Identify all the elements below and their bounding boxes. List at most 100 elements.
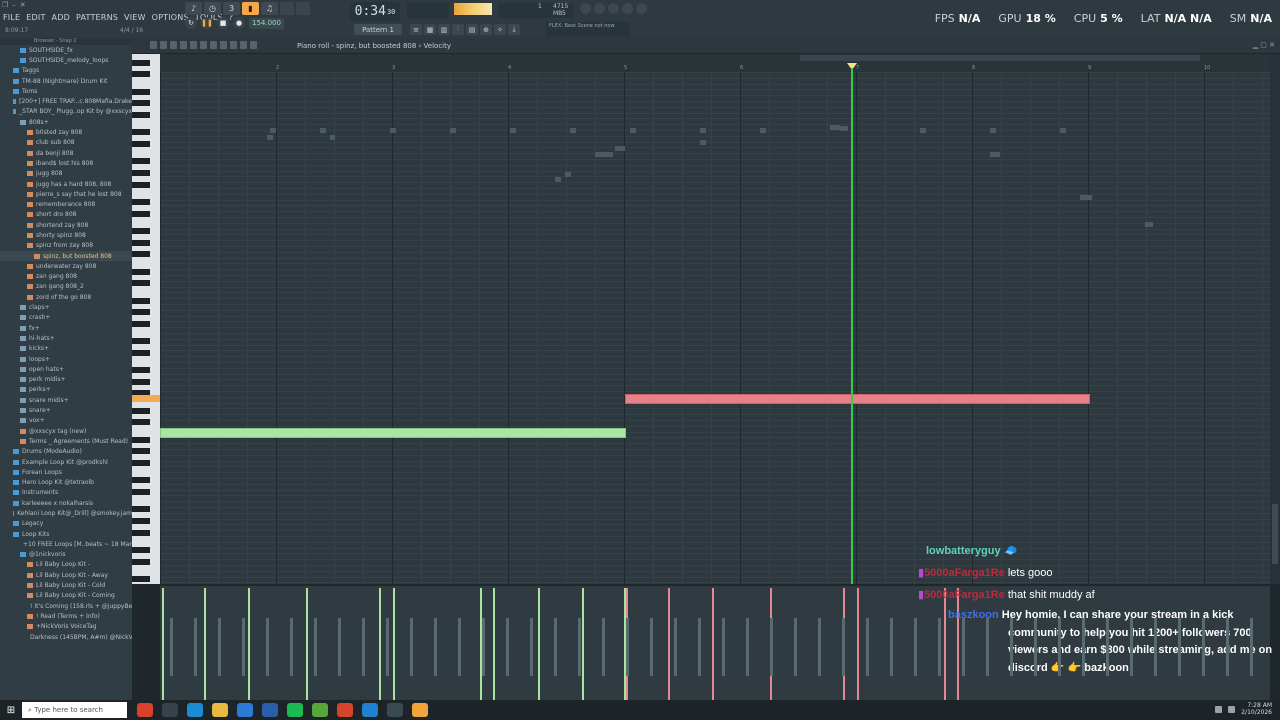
channel-rack-icon[interactable]: ▥ — [438, 24, 450, 35]
browser-item[interactable]: Loop Kits — [0, 529, 132, 539]
steam-icon[interactable] — [262, 703, 278, 717]
export-icon[interactable]: ⤓ — [508, 24, 520, 35]
velocity-bar[interactable] — [538, 588, 540, 700]
black-key[interactable] — [132, 448, 150, 455]
browser-item[interactable]: 808s+ — [0, 117, 132, 127]
options-icon[interactable] — [150, 41, 157, 49]
black-key[interactable] — [132, 210, 150, 217]
browser-item[interactable]: perk midis+ — [0, 375, 132, 385]
network-icon[interactable] — [1215, 705, 1223, 713]
speaker-icon[interactable] — [250, 41, 257, 49]
horizontal-scrollbar[interactable] — [800, 55, 1200, 61]
note-808-red[interactable] — [625, 394, 1090, 404]
browser-item[interactable]: _STAR BOY_ Plugg..op Kit by @xxscyx — [0, 107, 132, 117]
black-key[interactable] — [132, 407, 150, 414]
browser-item[interactable]: Drums (ModeAudio) — [0, 447, 132, 457]
browser-item[interactable]: ! Read (Terms + Info) — [0, 611, 132, 621]
mixer-icon[interactable] — [594, 3, 605, 14]
browser-item[interactable]: Example Loop Kit @prodkshl — [0, 457, 132, 467]
browser-item[interactable]: iband$ lost his 808 — [0, 158, 132, 168]
black-key[interactable] — [132, 489, 150, 495]
browser-item[interactable]: Terms _ Agreements (Must Read) — [0, 436, 132, 446]
browser-item[interactable]: Forean Loops — [0, 467, 132, 477]
menu-view[interactable]: VIEW — [121, 13, 149, 22]
browser-item[interactable]: @1nickvoris — [0, 550, 132, 560]
piano-keyboard[interactable] — [132, 54, 160, 584]
spotify-icon[interactable] — [287, 703, 303, 717]
velocity-bar[interactable] — [582, 588, 584, 700]
browser-item[interactable]: @xxscyx tag (new) — [0, 426, 132, 436]
browser-item[interactable]: rememberance 808 — [0, 199, 132, 209]
mixer-button[interactable] — [280, 2, 294, 15]
browser-item[interactable]: Lil Baby Loop Kit - Cold — [0, 580, 132, 590]
wait-button[interactable]: ◷ — [204, 2, 221, 15]
black-key[interactable] — [132, 170, 150, 176]
channel-rack-button[interactable] — [296, 2, 310, 15]
mail-icon[interactable] — [237, 703, 253, 717]
velocity-bar[interactable] — [712, 588, 714, 700]
browser-item[interactable]: karleeeee x nokalharsis — [0, 498, 132, 508]
black-key[interactable] — [132, 518, 150, 524]
loop-icon[interactable]: ↻ — [185, 17, 197, 29]
black-key[interactable] — [132, 181, 150, 188]
black-key[interactable] — [132, 419, 150, 426]
minecraft-icon[interactable] — [312, 703, 328, 717]
chrome-icon[interactable] — [337, 703, 353, 717]
browser-item[interactable]: Legacy — [0, 519, 132, 529]
black-key[interactable] — [132, 239, 150, 246]
black-key[interactable] — [132, 141, 150, 147]
browser-item[interactable]: vox+ — [0, 416, 132, 426]
plugin-picker-icon[interactable]: ⊕ — [480, 24, 492, 35]
browser-item[interactable]: b0sted zay 808 — [0, 127, 132, 137]
velocity-bar[interactable] — [393, 588, 395, 700]
black-key[interactable] — [132, 576, 150, 582]
browser-item[interactable]: jugg 808 — [0, 169, 132, 179]
black-key[interactable] — [132, 338, 150, 345]
browser-item[interactable]: +10 FREE Loops [M..beats ~ 18 March — [0, 539, 132, 549]
piano-roll-window-controls[interactable]: ▁ ▢ ✕ — [1253, 41, 1275, 49]
browser-item[interactable]: [200+] FREE TRAP...c.808Mafia.Drake — [0, 96, 132, 106]
paint-icon[interactable] — [180, 41, 187, 49]
browser-item[interactable]: Lil Baby Loop Kit - Away — [0, 570, 132, 580]
tempo-tap-icon[interactable] — [580, 3, 591, 14]
browser-item[interactable]: kicks+ — [0, 344, 132, 354]
delete-icon[interactable] — [190, 41, 197, 49]
velocity-bar[interactable] — [248, 588, 250, 700]
black-key[interactable] — [132, 158, 150, 165]
vscode-icon[interactable] — [362, 703, 378, 717]
browser-item[interactable]: claps+ — [0, 302, 132, 312]
edge-icon[interactable] — [187, 703, 203, 717]
black-key[interactable] — [132, 199, 150, 205]
browser-item[interactable]: snare midis+ — [0, 395, 132, 405]
browser-icon[interactable]: ▤ — [466, 24, 478, 35]
browser-item[interactable]: snare+ — [0, 405, 132, 415]
restore-icon[interactable]: ❐ — [2, 1, 8, 9]
velocity-bar[interactable] — [306, 588, 308, 700]
active-key[interactable] — [132, 395, 160, 402]
app-game-icon[interactable] — [137, 703, 153, 717]
browser-item[interactable]: club sub 808 — [0, 138, 132, 148]
browser-item[interactable]: hi-hats+ — [0, 333, 132, 343]
playback-icon[interactable] — [240, 41, 247, 49]
windows-start-icon[interactable]: ⊞ — [0, 700, 22, 720]
browser-item[interactable]: zan gang 808_2 — [0, 282, 132, 292]
browser-item[interactable]: pierre_s say that he lost 808 — [0, 189, 132, 199]
browser-item[interactable]: jugg has a hard 808, 808 — [0, 179, 132, 189]
browser-item[interactable]: zan gang 808 — [0, 272, 132, 282]
browser-item[interactable]: Taggs — [0, 66, 132, 76]
browser-item[interactable]: loops+ — [0, 354, 132, 364]
tempo-display[interactable]: 154.000 — [249, 17, 284, 29]
browser-item[interactable]: +NickVoris VoiceTag — [0, 622, 132, 632]
browser-item[interactable]: Toms — [0, 86, 132, 96]
black-key[interactable] — [132, 547, 150, 553]
select-icon[interactable] — [220, 41, 227, 49]
browser-item[interactable]: ! It's Coming (158.rls + @juppyBeats — [0, 601, 132, 611]
stop-button[interactable]: ■ — [217, 17, 229, 29]
playlist-icon[interactable]: ≡ — [410, 24, 422, 35]
browser-item[interactable]: spinz from zay 808 — [0, 241, 132, 251]
velocity-bar[interactable] — [162, 588, 164, 700]
fl-studio-icon[interactable] — [412, 703, 428, 717]
song-time-display[interactable]: 0:34 30 — [350, 2, 400, 21]
black-key[interactable] — [132, 506, 150, 513]
black-key[interactable] — [132, 129, 150, 136]
